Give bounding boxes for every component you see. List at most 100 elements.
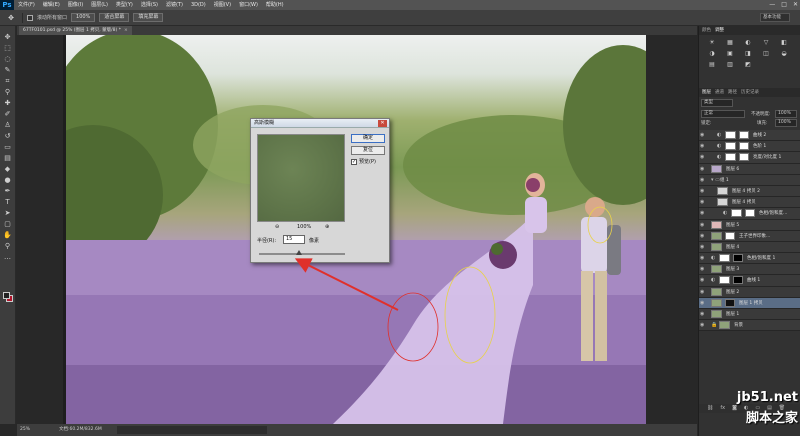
dock-tab[interactable]: 颜色: [702, 26, 711, 35]
layer-mask-thumbnail[interactable]: [725, 231, 735, 240]
fill-input[interactable]: 100%: [775, 119, 797, 127]
adjustment-icon[interactable]: ▣: [725, 50, 735, 58]
healing-brush-icon[interactable]: ✚: [2, 98, 14, 108]
preview-checkbox[interactable]: ✓: [351, 159, 357, 165]
workspace-select[interactable]: 基本功能: [760, 13, 790, 22]
dialog-close-button[interactable]: ✕: [378, 120, 387, 127]
layer-row[interactable]: ◉ 图层 1 拷贝: [699, 297, 800, 309]
minimize-button[interactable]: —: [769, 0, 775, 10]
layers-tab[interactable]: 图层: [702, 88, 711, 97]
layer-mask-thumbnail[interactable]: [739, 131, 749, 139]
move-icon[interactable]: ✥: [2, 32, 14, 42]
layer-row[interactable]: ◉ ◐ 曲线 2: [699, 130, 800, 142]
layers-tab[interactable]: 历史记录: [741, 88, 759, 97]
adjustment-icon[interactable]: ◩: [743, 61, 753, 69]
blend-mode-select[interactable]: 正常: [701, 110, 745, 118]
dialog-title-bar[interactable]: 高斯模糊 ✕: [251, 119, 389, 128]
blur-icon[interactable]: ◆: [2, 164, 14, 174]
visibility-eye-icon[interactable]: ◉: [700, 277, 704, 283]
zoom-icon[interactable]: ⚲: [2, 241, 14, 251]
layer-row[interactable]: ◉ ◐ 曲线 1: [699, 275, 800, 287]
layer-row[interactable]: ◉ ◐ 色相/饱和度 1: [699, 253, 800, 265]
history-brush-icon[interactable]: ↺: [2, 131, 14, 141]
eraser-icon[interactable]: ▭: [2, 142, 14, 152]
reset-button[interactable]: 复位: [351, 146, 385, 155]
menu-item[interactable]: 视图(V): [210, 0, 235, 10]
adjustment-icon[interactable]: ◫: [761, 50, 771, 58]
visibility-eye-icon[interactable]: ◉: [700, 289, 704, 295]
adjustment-icon[interactable]: ◒: [779, 50, 789, 58]
visibility-eye-icon[interactable]: ◉: [700, 300, 704, 306]
layers-tab[interactable]: 通道: [715, 88, 724, 97]
adjustment-icon[interactable]: ☀: [707, 39, 717, 47]
path-select-icon[interactable]: ➤: [2, 208, 14, 218]
visibility-eye-icon[interactable]: ◉: [700, 255, 704, 261]
layers-tab[interactable]: 路径: [728, 88, 737, 97]
zoom-out-icon[interactable]: ⊖: [275, 224, 279, 230]
layer-row[interactable]: ◉ 图层 1: [699, 309, 800, 321]
pen-icon[interactable]: ✒: [2, 186, 14, 196]
shape-icon[interactable]: ▢: [2, 219, 14, 229]
layer-kind-filter[interactable]: 类型: [701, 99, 733, 107]
foreground-color-swatch[interactable]: [3, 292, 10, 299]
status-zoom[interactable]: 25%: [20, 427, 30, 432]
radius-slider[interactable]: [259, 250, 345, 255]
layer-row[interactable]: ◉ 图层 4: [699, 241, 800, 254]
menu-item[interactable]: 类型(Y): [112, 0, 137, 10]
clone-stamp-icon[interactable]: ♙: [2, 120, 14, 130]
scroll-all-windows-checkbox[interactable]: [27, 14, 33, 21]
layer-row[interactable]: ◉ 图层 5: [699, 219, 800, 231]
brush-icon[interactable]: ✐: [2, 109, 14, 119]
gradient-icon[interactable]: ▤: [2, 153, 14, 163]
zoom-in-icon[interactable]: ⊕: [325, 224, 329, 230]
dock-tab[interactable]: 调整: [715, 26, 724, 35]
radius-input[interactable]: 15: [283, 235, 305, 244]
menu-item[interactable]: 文件(F): [14, 0, 39, 10]
close-tab-icon[interactable]: ×: [124, 28, 128, 33]
visibility-eye-icon[interactable]: ◉: [700, 154, 704, 160]
adjustment-icon[interactable]: ◐: [743, 39, 753, 47]
layer-row[interactable]: ◉ 图层 6: [699, 163, 800, 175]
layers-footer-icon[interactable]: ⛓: [707, 404, 713, 413]
visibility-eye-icon[interactable]: ◉: [700, 210, 704, 216]
layer-row[interactable]: ◉ 图层 2: [699, 286, 800, 298]
layer-row[interactable]: ◉ ▾ ▭ 组 1: [699, 174, 800, 186]
fit-screen-button[interactable]: 适合屏幕: [99, 13, 130, 22]
adjustment-icon[interactable]: ◑: [707, 50, 717, 58]
marquee-icon[interactable]: ⬚: [2, 43, 14, 53]
visibility-eye-icon[interactable]: ◉: [700, 199, 704, 205]
layer-mask-thumbnail[interactable]: [739, 142, 749, 151]
menu-item[interactable]: 滤镜(T): [162, 0, 187, 10]
menu-item[interactable]: 编辑(E): [39, 0, 64, 10]
radius-slider-thumb[interactable]: [295, 250, 302, 255]
layer-mask-thumbnail[interactable]: [739, 153, 749, 162]
adjustment-icon[interactable]: ▤: [707, 61, 717, 69]
layer-mask-thumbnail[interactable]: [733, 276, 743, 285]
layer-mask-thumbnail[interactable]: [733, 254, 743, 263]
visibility-eye-icon[interactable]: ◉: [700, 233, 704, 239]
visibility-eye-icon[interactable]: ◉: [700, 322, 704, 328]
lasso-icon[interactable]: ◌: [2, 54, 14, 64]
ok-button[interactable]: 确定: [351, 134, 385, 143]
crop-icon[interactable]: ⌗: [2, 76, 14, 86]
menu-item[interactable]: 图像(I): [64, 0, 87, 10]
menu-item[interactable]: 窗口(W): [235, 0, 262, 10]
fill-screen-button[interactable]: 填充屏幕: [133, 13, 164, 22]
opacity-input[interactable]: 100%: [775, 110, 797, 118]
adjustment-icon[interactable]: ◨: [743, 50, 753, 58]
document-tab[interactable]: 67TF0101.psd @ 25% (图层 1 拷贝, 蒙版/8) * ×: [19, 26, 132, 35]
visibility-eye-icon[interactable]: ◉: [700, 222, 704, 228]
visibility-eye-icon[interactable]: ◉: [700, 266, 704, 272]
blur-preview[interactable]: [257, 134, 345, 222]
menu-item[interactable]: 3D(D): [187, 0, 210, 10]
maximize-button[interactable]: □: [781, 0, 787, 10]
layer-row[interactable]: ◉ 图层 4 拷贝 2: [699, 185, 800, 198]
layer-row[interactable]: ◉ 图层 3: [699, 264, 800, 276]
menu-item[interactable]: 图层(L): [87, 0, 112, 10]
eyedropper-icon[interactable]: ⚲: [2, 87, 14, 97]
more-tools-icon[interactable]: …: [2, 252, 14, 262]
type-icon[interactable]: T: [2, 197, 14, 207]
layer-mask-thumbnail[interactable]: [725, 298, 735, 307]
layer-mask-thumbnail[interactable]: [745, 209, 755, 218]
layer-row[interactable]: ◉ ◐ 亮度/对比度 1: [699, 152, 800, 164]
